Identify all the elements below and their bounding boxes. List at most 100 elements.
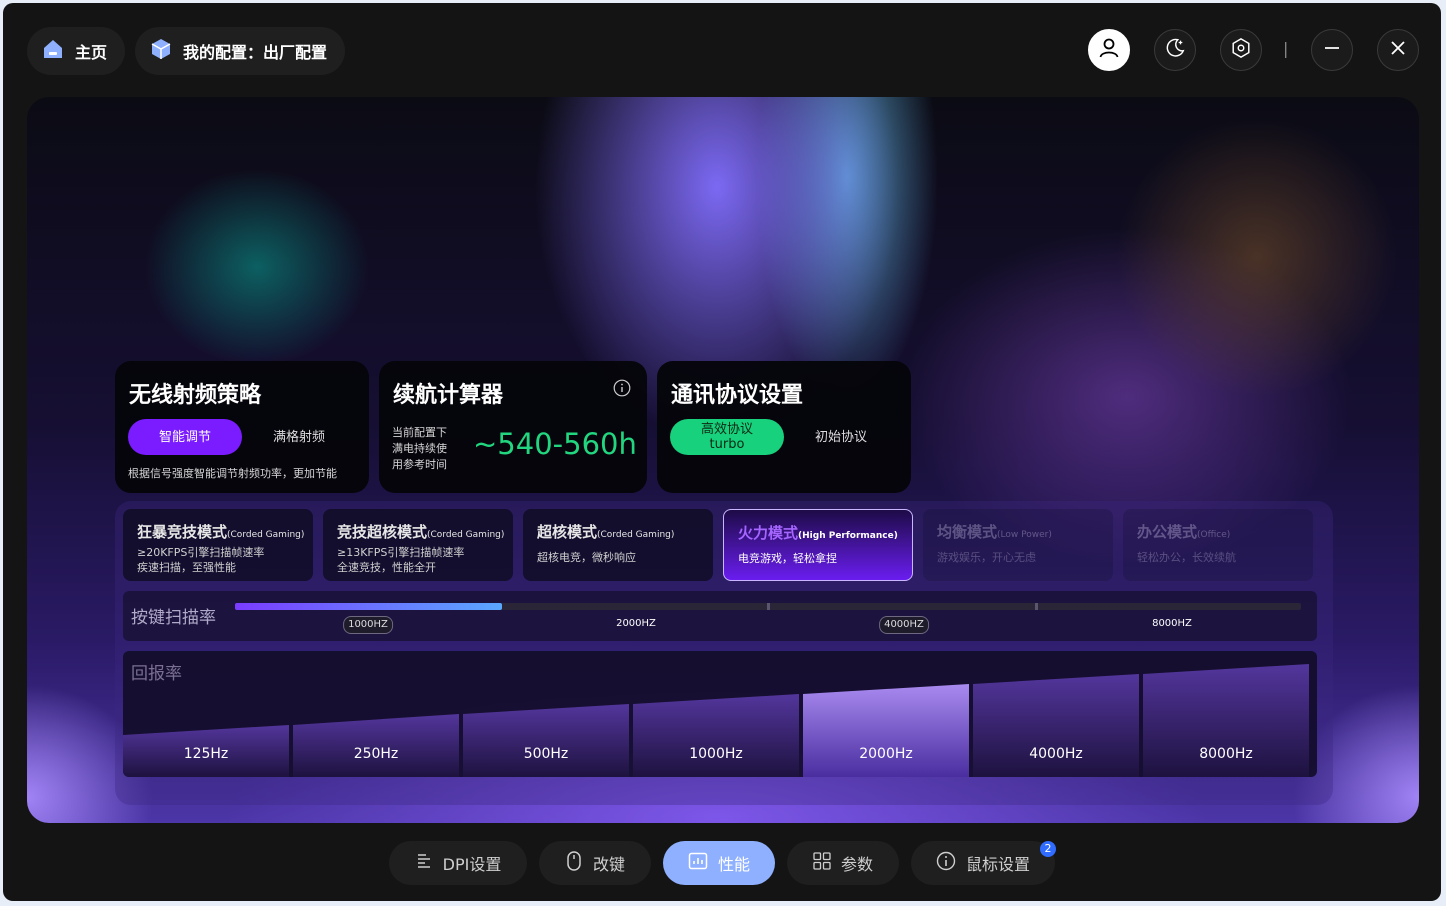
- dpi-icon: [415, 852, 433, 874]
- mode-title: 火力模式(High Performance): [738, 522, 898, 543]
- performance-icon: [688, 852, 708, 874]
- report-rate-option-8000[interactable]: 8000Hz: [1143, 746, 1309, 762]
- tab-label: 参数: [840, 855, 873, 874]
- tab-remap[interactable]: 改键: [539, 841, 651, 885]
- rf-option-full[interactable]: 满格射频: [242, 419, 356, 455]
- cube-icon: [149, 37, 173, 65]
- battery-caption-line3: 用参考时间: [392, 458, 447, 471]
- mode-name: 办公模式: [1137, 523, 1198, 541]
- mode-title: 超核模式(Corded Gaming): [537, 521, 699, 542]
- report-rate-section: 回报率 125Hz 250Hz 500Hz 1000Hz 2000Hz 4000…: [123, 651, 1317, 777]
- grid-icon: [813, 852, 831, 874]
- theme-button[interactable]: [1154, 29, 1196, 71]
- tab-label: DPI设置: [442, 855, 502, 874]
- notification-badge: 2: [1040, 841, 1056, 857]
- battery-card: 续航计算器 当前配置下 满电持续使 用参考时间 ~540-560h: [379, 361, 647, 493]
- mode-desc-1: 电竞游戏，轻松拿捏: [738, 552, 837, 565]
- info-icon[interactable]: [613, 379, 631, 401]
- mode-name: 火力模式: [738, 524, 799, 542]
- mode-desc-2: 疾速扫描，至强性能: [137, 561, 236, 574]
- mode-title: 均衡模式(Low Power): [937, 521, 1099, 542]
- scan-rate-tick: [767, 603, 770, 610]
- scan-rate-fill: [235, 603, 502, 610]
- user-icon: [1097, 36, 1121, 64]
- protocol-card: 通讯协议设置 高效协议 turbo 初始协议: [657, 361, 911, 493]
- mode-firepower[interactable]: 火力模式(High Performance) 电竞游戏，轻松拿捏: [723, 509, 913, 581]
- tab-dpi[interactable]: DPI设置: [389, 841, 527, 885]
- mode-title: 办公模式(Office): [1137, 521, 1299, 542]
- mode-ultra[interactable]: 超核模式(Corded Gaming) 超核电竞，微秒响应: [523, 509, 713, 581]
- report-rate-option-250[interactable]: 250Hz: [293, 746, 459, 762]
- tab-label: 鼠标设置: [965, 855, 1030, 874]
- close-icon: [1390, 40, 1406, 60]
- report-bar-1000: [633, 694, 799, 777]
- tab-params[interactable]: 参数: [787, 841, 899, 885]
- close-button[interactable]: [1377, 29, 1419, 71]
- mode-title: 竞技超核模式(Corded Gaming): [337, 521, 504, 542]
- scan-rate-stop-2000[interactable]: 2000HZ: [612, 616, 660, 632]
- protocol-turbo-line1: 高效协议: [700, 422, 753, 437]
- home-icon: [41, 37, 65, 65]
- report-rate-option-4000[interactable]: 4000Hz: [973, 746, 1139, 762]
- header-separator: |: [1283, 39, 1289, 58]
- scan-rate-slider[interactable]: [235, 603, 1301, 610]
- mode-tag: (Corded Gaming): [227, 530, 305, 540]
- tab-mouse-settings[interactable]: 鼠标设置: [911, 841, 1055, 885]
- mode-tag: (Corded Gaming): [597, 530, 675, 540]
- report-rate-option-1000[interactable]: 1000Hz: [633, 746, 799, 762]
- tab-label: 改键: [592, 855, 625, 874]
- mode-desc-1: 超核电竞，微秒响应: [537, 551, 636, 564]
- scan-rate-stop-4000[interactable]: 4000HZ: [879, 616, 929, 634]
- battery-value: ~540-560h: [473, 427, 637, 461]
- moon-icon: [1164, 37, 1186, 63]
- mode-desc-2: 全速竞技，性能全开: [337, 561, 436, 574]
- user-button[interactable]: [1088, 29, 1130, 71]
- protocol-option-default[interactable]: 初始协议: [784, 419, 898, 455]
- mode-berserk[interactable]: 狂暴竞技模式(Corded Gaming) ≥20KFPS引擎扫描帧速率 疾速扫…: [123, 509, 313, 581]
- mode-tag: (Office): [1197, 530, 1231, 540]
- mode-competitive-ultra[interactable]: 竞技超核模式(Corded Gaming) ≥13KFPS引擎扫描帧速率 全速竞…: [323, 509, 513, 581]
- performance-hero: 无线射频策略 智能调节 满格射频 根据信号强度智能调节射频功率，更加节能 续航计…: [27, 97, 1419, 823]
- rf-strategy-card: 无线射频策略 智能调节 满格射频 根据信号强度智能调节射频功率，更加节能: [115, 361, 369, 493]
- report-rate-option-125[interactable]: 125Hz: [123, 746, 289, 762]
- performance-panel: 狂暴竞技模式(Corded Gaming) ≥20KFPS引擎扫描帧速率 疾速扫…: [115, 501, 1333, 805]
- mode-title: 狂暴竞技模式(Corded Gaming): [137, 521, 304, 542]
- mode-tag: (High Performance): [798, 531, 898, 541]
- tab-performance[interactable]: 性能: [663, 841, 775, 885]
- home-label: 主页: [75, 43, 108, 62]
- mode-name: 均衡模式: [937, 523, 998, 541]
- scan-rate-stop-1000[interactable]: 1000HZ: [343, 616, 393, 634]
- rf-description: 根据信号强度智能调节射频功率，更加节能: [128, 467, 337, 480]
- mouse-icon: [565, 851, 583, 875]
- info-icon: [936, 851, 956, 875]
- scan-rate-section: 按键扫描率 1000HZ 2000HZ 4000HZ 8000HZ: [123, 591, 1317, 641]
- rf-option-smart[interactable]: 智能调节: [128, 419, 242, 455]
- report-rate-option-500[interactable]: 500Hz: [463, 746, 629, 762]
- mode-desc-1: ≥20KFPS引擎扫描帧速率: [137, 546, 265, 559]
- settings-button[interactable]: [1220, 29, 1262, 71]
- scan-rate-stop-8000[interactable]: 8000HZ: [1148, 616, 1196, 632]
- mode-office[interactable]: 办公模式(Office) 轻松办公，长效续航: [1123, 509, 1313, 581]
- mode-tag: (Corded Gaming): [427, 530, 505, 540]
- mode-name: 狂暴竞技模式: [137, 523, 228, 541]
- report-bar-500: [463, 704, 629, 777]
- minimize-icon: [1323, 39, 1341, 61]
- settings-icon: [1230, 37, 1252, 63]
- home-button[interactable]: 主页: [27, 27, 126, 75]
- mode-balanced[interactable]: 均衡模式(Low Power) 游戏娱乐，开心无虑: [923, 509, 1113, 581]
- protocol-card-title: 通讯协议设置: [671, 383, 804, 408]
- scan-rate-tick: [1035, 603, 1038, 610]
- mode-desc-1: 轻松办公，长效续航: [1137, 551, 1236, 564]
- battery-caption: 当前配置下 满电持续使 用参考时间: [392, 425, 447, 473]
- rf-card-title: 无线射频策略: [129, 383, 262, 408]
- protocol-option-turbo[interactable]: 高效协议 turbo: [670, 419, 784, 455]
- report-rate-option-2000[interactable]: 2000Hz: [803, 746, 969, 762]
- report-bar-2000: [803, 684, 969, 777]
- config-button[interactable]: 我的配置：出厂配置: [135, 27, 346, 75]
- mode-desc-1: ≥13KFPS引擎扫描帧速率: [337, 546, 465, 559]
- protocol-turbo-line2: turbo: [709, 437, 745, 452]
- app-window: 主页 我的配置：出厂配置 | 无线射频策略 智能调节 满格射频 根据信号强度智能…: [3, 3, 1441, 901]
- tab-label: 性能: [717, 855, 750, 874]
- minimize-button[interactable]: [1311, 29, 1353, 71]
- config-label: 我的配置：出厂配置: [183, 43, 328, 62]
